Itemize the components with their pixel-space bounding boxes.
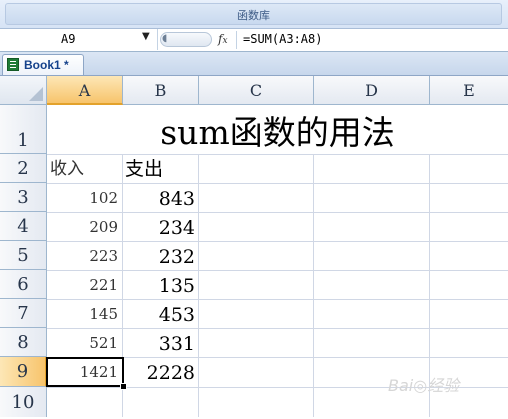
ribbon-group-label: 函数库 — [237, 9, 270, 22]
cell-a8[interactable]: 521 — [47, 328, 123, 357]
formula-input[interactable]: =SUM(A3:A8) — [243, 32, 322, 46]
cell-b7[interactable]: 453 — [123, 299, 199, 328]
workbook-tab-label: Book1 * — [24, 58, 69, 72]
row-header-3[interactable]: 3 — [0, 183, 47, 212]
cell-a4[interactable]: 209 — [47, 212, 123, 241]
column-header-d[interactable]: D — [314, 76, 430, 105]
cell-b5[interactable]: 232 — [123, 241, 199, 270]
column-header-a[interactable]: A — [47, 76, 123, 105]
cell-b2[interactable]: 支出 — [125, 154, 163, 183]
row-header-6[interactable]: 6 — [0, 270, 47, 299]
row-header-2[interactable]: 2 — [0, 154, 47, 183]
excel-workbook-icon — [7, 58, 19, 71]
ribbon-group-function-library[interactable]: 函数库 — [5, 3, 502, 25]
cell-title-merged[interactable]: sum函数的用法 — [47, 105, 508, 154]
formula-bar: A9 ▼ ◖ fx =SUM(A3:A8) — [0, 29, 508, 52]
row-header-1[interactable]: 1 — [0, 105, 47, 154]
active-cell-border — [46, 357, 124, 387]
select-all-button[interactable] — [0, 76, 47, 105]
column-header-c[interactable]: C — [199, 76, 314, 105]
row-header-7[interactable]: 7 — [0, 299, 47, 328]
name-box-value: A9 — [61, 32, 76, 46]
watermark-logo: Bai◎经验 — [388, 376, 460, 395]
row-header-10[interactable]: 10 — [0, 387, 47, 417]
row-header-5[interactable]: 5 — [0, 241, 47, 270]
cell-a5[interactable]: 223 — [47, 241, 123, 270]
column-header-e[interactable]: E — [430, 76, 508, 105]
row-header-8[interactable]: 8 — [0, 328, 47, 357]
formula-bar-divider — [236, 31, 237, 49]
fill-handle[interactable] — [120, 383, 127, 390]
name-box[interactable]: A9 ▼ — [0, 29, 158, 50]
cell-a2[interactable]: 收入 — [50, 154, 84, 183]
row-header-4[interactable]: 4 — [0, 212, 47, 241]
cell-b3[interactable]: 843 — [123, 183, 199, 212]
grip-icon: ◖ — [162, 33, 168, 44]
cell-b4[interactable]: 234 — [123, 212, 199, 241]
cell-a6[interactable]: 221 — [47, 270, 123, 299]
formula-bar-resize-handle[interactable] — [160, 32, 212, 47]
cell-b6[interactable]: 135 — [123, 270, 199, 299]
insert-function-icon[interactable]: fx — [218, 32, 228, 46]
workbook-tab-bar: Book1 * — [0, 52, 508, 76]
workbook-tab[interactable]: Book1 * — [2, 54, 84, 75]
cell-a3[interactable]: 102 — [47, 183, 123, 212]
column-header-b[interactable]: B — [123, 76, 199, 105]
ribbon: 函数库 — [0, 0, 508, 29]
row-header-9[interactable]: 9 — [0, 357, 47, 387]
cell-b8[interactable]: 331 — [123, 328, 199, 357]
grid-line — [47, 154, 508, 155]
cell-b9[interactable]: 2228 — [123, 357, 199, 387]
chevron-down-icon[interactable]: ▼ — [142, 31, 150, 42]
cell-a7[interactable]: 145 — [47, 299, 123, 328]
grid-line — [313, 154, 314, 417]
